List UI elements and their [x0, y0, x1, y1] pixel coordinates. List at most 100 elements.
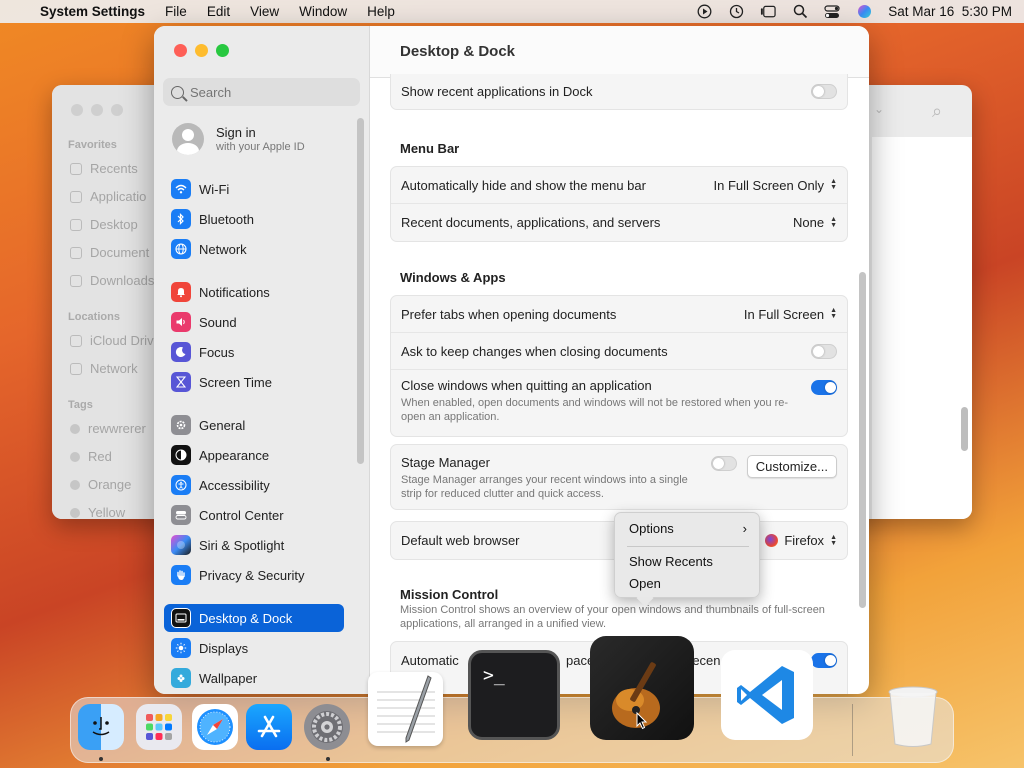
time-machine-icon[interactable]: [728, 4, 744, 19]
control-center-menu-icon[interactable]: [824, 4, 840, 19]
sidebar-item-focus[interactable]: Focus: [164, 338, 344, 366]
play-icon[interactable]: [696, 4, 712, 19]
sidebar-item-wifi[interactable]: Wi-Fi: [164, 175, 344, 203]
accessibility-icon: [171, 475, 191, 495]
sidebar-item-desktop-dock[interactable]: Desktop & Dock: [164, 604, 344, 632]
menu-help[interactable]: Help: [367, 4, 395, 19]
finder-item-desktop[interactable]: Desktop: [70, 217, 138, 232]
menu-bar-group: Automatically hide and show the menu bar…: [390, 166, 848, 242]
ctx-item-show-recents[interactable]: Show Recents: [629, 554, 713, 569]
dock-textedit[interactable]: [368, 672, 443, 746]
menu-app-name[interactable]: System Settings: [40, 4, 145, 19]
prefer-tabs-select[interactable]: In Full Screen ▲ ▼: [744, 307, 837, 322]
control-center-icon: [171, 505, 191, 525]
search-icon[interactable]: ⌕: [932, 101, 942, 122]
sidebar-item-network[interactable]: Network: [164, 235, 344, 263]
updown-chevron-icon: ▲ ▼: [830, 533, 837, 547]
close-windows-row: Close windows when quitting an applicati…: [391, 370, 847, 436]
customize-button[interactable]: Customize...: [746, 455, 837, 478]
settings-search[interactable]: [163, 78, 360, 106]
dock-app-store[interactable]: [246, 704, 292, 750]
default-browser-select[interactable]: Firefox ▲ ▼: [765, 533, 837, 548]
close-windows-desc: When enabled, open documents and windows…: [401, 397, 789, 423]
finder-item-documents[interactable]: Document: [70, 245, 149, 260]
sidebar-item-control-center[interactable]: Control Center: [164, 501, 344, 529]
sidebar-item-sound[interactable]: Sound: [164, 308, 344, 336]
sidebar-item-wallpaper[interactable]: Wallpaper: [164, 664, 344, 692]
menu-window[interactable]: Window: [299, 4, 347, 19]
sidebar-item-screen-time[interactable]: Screen Time: [164, 368, 344, 396]
menu-datetime[interactable]: Sat Mar 16 5:30 PM: [888, 4, 1012, 19]
ctx-item-options[interactable]: Options ›: [629, 521, 747, 536]
minimize-window-button[interactable]: [195, 44, 208, 57]
sidebar-item-notifications[interactable]: Notifications: [164, 278, 344, 306]
updown-chevron-icon: ▲ ▼: [830, 215, 837, 229]
finder-item-applications[interactable]: Applicatio: [70, 189, 146, 204]
section-menu-bar: Menu Bar: [400, 141, 460, 156]
bluetooth-icon: [171, 209, 191, 229]
gear-icon: [171, 415, 191, 435]
section-windows-apps: Windows & Apps: [400, 270, 506, 285]
stage-manager-toggle[interactable]: [710, 456, 737, 471]
sidebar-item-accessibility[interactable]: Accessibility: [164, 471, 344, 499]
dock-system-settings[interactable]: [304, 704, 350, 750]
ask-keep-toggle[interactable]: [811, 343, 837, 359]
compass-icon: [197, 709, 233, 745]
menu-view[interactable]: View: [250, 4, 279, 19]
finder-scrollbar[interactable]: [961, 407, 968, 451]
siri-icon: [171, 535, 191, 555]
dock-launchpad[interactable]: [136, 704, 182, 750]
bell-icon: [171, 282, 191, 302]
dock-trash[interactable]: [886, 686, 940, 748]
ask-keep-label: Ask to keep changes when closing documen…: [401, 343, 668, 359]
spotlight-icon[interactable]: [792, 4, 808, 19]
sidebar-item-label: Network: [199, 241, 247, 257]
download-icon: [70, 274, 82, 287]
sidebar-item-label: Displays: [199, 640, 249, 656]
search-input[interactable]: [190, 84, 350, 100]
sidebar-item-general[interactable]: General: [164, 411, 344, 439]
auto-rearrange-toggle[interactable]: [811, 653, 837, 668]
close-windows-toggle[interactable]: [811, 380, 837, 395]
dock-safari[interactable]: [192, 704, 238, 750]
launchpad-grid-icon: [146, 714, 172, 740]
dock-terminal[interactable]: >_: [468, 650, 560, 740]
menu-edit[interactable]: Edit: [207, 4, 230, 19]
finder-tag-yellow[interactable]: Yellow: [70, 505, 125, 519]
sidebar-item-privacy-security[interactable]: Privacy & Security: [164, 561, 344, 589]
sidebar-item-displays[interactable]: Displays: [164, 634, 344, 662]
ask-keep-row: Ask to keep changes when closing documen…: [391, 333, 847, 370]
menu-file[interactable]: File: [165, 4, 187, 19]
sidebar-item-siri-spotlight[interactable]: Siri & Spotlight: [164, 531, 344, 559]
main-scrollbar[interactable]: [859, 272, 866, 608]
chevron-down-icon[interactable]: ⌄: [874, 102, 884, 116]
sidebar-item-bluetooth[interactable]: Bluetooth: [164, 205, 344, 233]
finder-tag-1[interactable]: rewwrerer: [70, 421, 146, 436]
finder-item-network[interactable]: Network: [70, 361, 138, 376]
auto-hide-select[interactable]: In Full Screen Only ▲ ▼: [714, 178, 837, 193]
finder-item-icloud[interactable]: iCloud Driv: [70, 333, 154, 348]
zoom-window-button[interactable]: [216, 44, 229, 57]
close-window-button[interactable]: [174, 44, 187, 57]
finder-item-downloads[interactable]: Downloads: [70, 273, 154, 288]
apple-id-signin[interactable]: Sign in with your Apple ID: [172, 123, 305, 155]
stage-manager-menu-icon[interactable]: [760, 5, 776, 19]
finder-content-area[interactable]: [872, 137, 972, 519]
siri-menu-icon[interactable]: [856, 5, 872, 19]
finder-item-recents[interactable]: Recents: [70, 161, 138, 176]
recent-apps-toggle[interactable]: [811, 83, 837, 99]
finder-tag-orange[interactable]: Orange: [70, 477, 131, 492]
dock-finder[interactable]: [78, 704, 124, 750]
sidebar-scrollbar[interactable]: [357, 118, 364, 464]
dock-vscode[interactable]: [721, 650, 813, 740]
auto-rearrange-label: Automatic: [401, 653, 459, 668]
desktop-icon: [70, 218, 82, 231]
finder-tag-red[interactable]: Red: [70, 449, 112, 464]
recent-docs-select[interactable]: None ▲ ▼: [793, 215, 837, 230]
sidebar-item-appearance[interactable]: Appearance: [164, 441, 344, 469]
sidebar-item-label: Focus: [199, 344, 235, 360]
finder-section-tags: Tags: [68, 399, 93, 411]
sun-icon: [171, 638, 191, 658]
updown-chevron-icon: ▲ ▼: [830, 178, 837, 191]
sidebar-item-label: Desktop & Dock: [199, 610, 293, 626]
